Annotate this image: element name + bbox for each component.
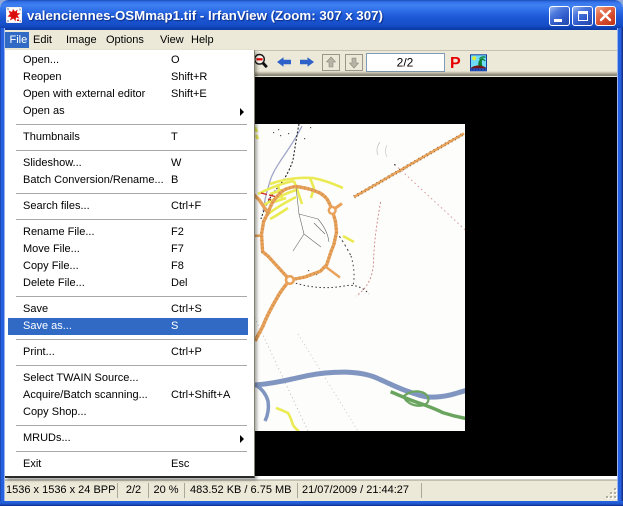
svg-text:P: P — [450, 55, 461, 72]
svg-text:2/2: 2/2 — [397, 56, 414, 70]
